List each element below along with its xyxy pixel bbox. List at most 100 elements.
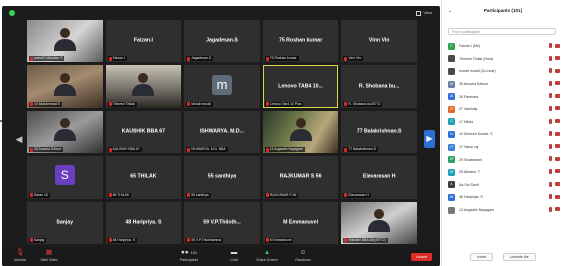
chat-button[interactable]: ▬ Chat xyxy=(224,248,244,264)
participant-list-item[interactable]: 26 26 Anusha Edison xyxy=(448,78,560,91)
video-off-icon xyxy=(555,169,560,174)
mic-muted-icon xyxy=(187,147,191,152)
chat-label: Chat xyxy=(230,258,238,262)
mic-muted-icon xyxy=(108,102,112,107)
participant-name-label: pranaTi Makolan S xyxy=(29,56,65,62)
participant-video-tile[interactable]: 65 THILAK 65 THILAK xyxy=(105,156,182,199)
participant-video-tile[interactable]: Srimathi BBA 68/(49772) xyxy=(341,201,417,244)
participant-label-text: M Emmanuvel xyxy=(269,237,292,242)
mic-muted-icon xyxy=(108,147,112,152)
participant-video-tile[interactable]: Vinn Vin Vinn Vin xyxy=(341,20,417,63)
mic-muted-icon xyxy=(549,206,552,212)
share-screen-button[interactable]: ▲ Share Screen xyxy=(252,248,282,264)
participant-list-avatar xyxy=(448,67,455,75)
participant-video-tile[interactable]: 59 V.P.Thiloth... 59 V.P.Thilothamma xyxy=(184,201,260,244)
mic-muted-icon xyxy=(549,143,552,149)
participant-video-tile[interactable]: Lenovo TAB4 10... Lenovo Tab4 10 Plus xyxy=(262,65,339,108)
participant-status-icons xyxy=(549,68,560,74)
participants-panel-footer: Invite Unmute Me xyxy=(442,253,563,262)
participant-list-item[interactable]: A Aa Sai Sanit xyxy=(448,179,560,192)
participant-list-name: Aa Sai Sanit xyxy=(459,182,479,187)
view-button[interactable]: View xyxy=(416,9,432,17)
participant-list-item[interactable]: 07 07 Vaishaly xyxy=(448,103,560,116)
participant-name-label: Murali murali xyxy=(186,101,213,107)
participant-tile-name: Vinn Vin xyxy=(368,37,390,44)
participant-list-item[interactable]: 17 17 Nihila xyxy=(448,116,560,129)
participant-list-avatar: 29 xyxy=(448,168,455,176)
participant-name-label: Faizan.I xyxy=(107,56,127,62)
mic-muted-icon xyxy=(549,80,552,86)
person-silhouette xyxy=(132,73,155,97)
participant-video-tile[interactable]: Faizan.I Faizan.I xyxy=(105,20,182,63)
participant-search-input[interactable]: Find a participant xyxy=(448,28,556,35)
participant-list-avatar: 07 xyxy=(448,105,455,113)
participant-tile-name: KAUSHIK BBA 67 xyxy=(121,128,166,135)
unmute-button[interactable]: 🎙 Unmute xyxy=(8,248,32,264)
participant-video-tile[interactable]: Sanjay Sanjay xyxy=(27,201,103,244)
participant-video-tile[interactable]: ISHWARYA. M.D... ISHWARYA. M.D. BBA xyxy=(184,110,260,154)
encryption-shield-icon[interactable] xyxy=(9,10,15,16)
next-page-arrow-icon[interactable]: ▶ xyxy=(424,130,435,148)
participant-video-tile[interactable]: 10 Muhammad S xyxy=(27,65,103,108)
participant-label-text: Saran 15 xyxy=(34,192,48,197)
participant-video-tile[interactable]: Thinesh Thilak xyxy=(105,65,182,108)
participant-list-item[interactable]: murali murali (Co-host) xyxy=(448,65,560,78)
video-grid: pranaTi Makolan S Faizan.I Faizan.I Jagades… xyxy=(27,20,417,244)
participant-list-name: 26 Anusha Edison xyxy=(459,82,488,87)
participant-video-tile[interactable]: 26 Anusha Edison xyxy=(27,110,103,154)
start-video-button[interactable]: ▩ Start Video xyxy=(34,248,64,264)
invite-button[interactable]: Invite xyxy=(470,253,493,261)
participants-button[interactable]: ●● 101 Participants xyxy=(172,248,206,264)
participant-tile-name: 55 santhiya xyxy=(207,173,237,180)
participant-video-tile[interactable]: 13 Augastin Nayagam xyxy=(262,110,339,154)
participant-name-label: 13 Augastin Nayagam xyxy=(264,147,305,153)
participant-list-item[interactable]: 10 10 Mohesh Kumar. S xyxy=(448,128,560,141)
participant-video-tile[interactable]: 77 Balakrishnan.S 77 Balakrishnan.S xyxy=(341,110,417,154)
participant-video-tile[interactable]: Elavarasan H Elavarasan H xyxy=(341,156,417,199)
participant-list-item[interactable]: 17 17 Varun raj xyxy=(448,141,560,154)
participant-video-tile[interactable]: pranaTi Makolan S xyxy=(27,20,103,63)
participant-list-name: 17 Nihila xyxy=(459,119,473,124)
collapse-panel-icon[interactable]: ⌄ xyxy=(448,6,452,16)
participant-video-tile[interactable]: M Emmanuvel M Emmanuvel xyxy=(262,201,339,244)
video-off-icon xyxy=(555,144,560,149)
participant-list-item[interactable]: Thinesh Thilak (Host) xyxy=(448,53,560,66)
mic-muted-icon xyxy=(187,238,191,243)
participant-tile-name: 59 V.P.Thiloth... xyxy=(203,219,241,226)
participant-tile-name: Sanjay xyxy=(56,219,74,226)
participant-label-text: 10 Muhammad S xyxy=(34,101,60,106)
participant-list-item[interactable]: 13 Augastin Nayagam xyxy=(448,204,560,217)
reactions-button[interactable]: ☺ Reactions xyxy=(290,248,316,264)
participant-list-name: Faizan.I (Me) xyxy=(459,44,481,49)
participant-status-icons xyxy=(549,206,560,212)
participant-video-tile[interactable]: 75 Roshan kumar 75 Roshan kumar xyxy=(262,20,339,63)
participant-list-item[interactable]: 46 46 Haripriya. S xyxy=(448,191,560,204)
participant-list-avatar: 46 xyxy=(448,193,455,201)
participant-name-label: ISHWARYA. M.D. BBA xyxy=(186,147,228,153)
participant-video-tile[interactable]: 48 Haripriya. S 48 Haripriya. S xyxy=(105,201,182,244)
participant-video-tile[interactable]: 55 santhiya 55 santhiya xyxy=(184,156,260,199)
participants-panel: ⌄ Participants (101) Find a participant … xyxy=(441,0,563,266)
participant-video-tile[interactable]: S Saran 15 xyxy=(27,156,103,199)
participant-video-tile[interactable]: RAJKUMAR S 56 RAJKUMAR S 56 xyxy=(262,156,339,199)
participant-label-text: RAJKUMAR S 56 xyxy=(269,192,297,197)
participant-list-item[interactable]: 26 26 Parimala xyxy=(448,90,560,103)
start-video-label: Start Video xyxy=(40,258,58,262)
participant-tile-name: M Emmanuvel xyxy=(283,219,319,226)
participant-list-avatar: 17 xyxy=(448,118,455,126)
mic-muted-icon xyxy=(265,238,269,243)
meeting-toolbar: 🎙 Unmute ▩ Start Video ●● 101 Participan… xyxy=(2,246,440,266)
previous-page-arrow-icon[interactable]: ◀ xyxy=(15,130,23,148)
leave-meeting-button[interactable]: Leave xyxy=(411,253,432,261)
participant-video-tile[interactable]: R. Shobana bu... R. Shobana bu20772 xyxy=(341,65,417,108)
participant-video-tile[interactable]: KAUSHIK BBA 67 KAUSHIK BBA 67 xyxy=(105,110,182,154)
participant-status-icons xyxy=(549,143,560,149)
participant-video-tile[interactable]: m Murali murali xyxy=(184,65,260,108)
participant-status-icons xyxy=(549,55,560,61)
participant-list-item[interactable]: F Faizan.I (Me) xyxy=(448,40,560,53)
participant-list-item[interactable]: 29 29 Abirami. T xyxy=(448,166,560,179)
unmute-me-button[interactable]: Unmute Me xyxy=(503,253,536,261)
unmute-label: Unmute xyxy=(13,258,27,262)
participant-list-item[interactable]: 29 29 Sivatharani xyxy=(448,153,560,166)
participant-video-tile[interactable]: Jagadesan.S Jagadesan.S xyxy=(184,20,260,63)
